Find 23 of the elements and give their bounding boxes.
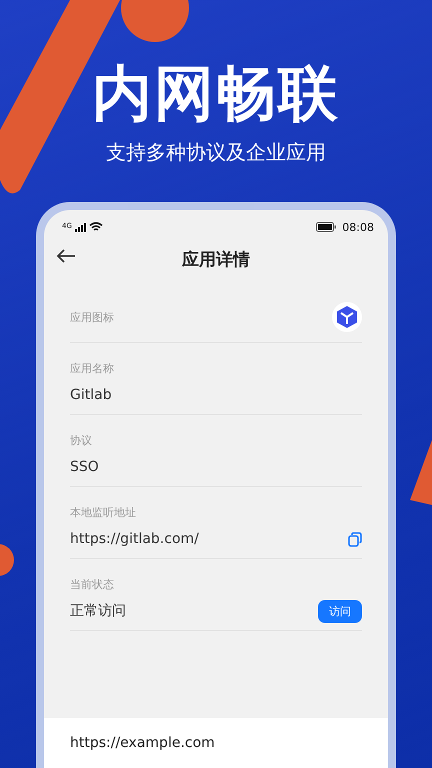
field-label: 应用图标 (70, 310, 114, 324)
triangle-shape (410, 440, 432, 505)
field-label: 协议 (70, 433, 93, 448)
field-label: 本地监听地址 (70, 505, 137, 520)
field-label: 应用名称 (70, 361, 115, 376)
field-value: SSO (70, 459, 99, 475)
visit-button[interactable]: 访问 (318, 600, 362, 622)
clock-time: 08:08 (342, 220, 374, 234)
promo-title: 内网畅联 (92, 58, 340, 131)
wifi-icon (88, 222, 103, 232)
back-button[interactable] (56, 248, 76, 264)
field-value: 正常访问 (70, 602, 126, 620)
back-arrow-icon (56, 248, 76, 264)
battery-icon (316, 222, 336, 232)
url-text: https://example.com (70, 735, 215, 751)
promo-subtitle: 支持多种协议及企业应用 (106, 139, 326, 166)
cube-icon (332, 302, 362, 332)
field-value: https://gitlab.com/ (70, 531, 199, 547)
field-label: 当前状态 (70, 577, 115, 592)
copy-icon[interactable] (348, 532, 362, 546)
page-title: 应用详情 (182, 248, 250, 270)
field-value: Gitlab (70, 387, 112, 403)
signal-icon (74, 222, 87, 232)
